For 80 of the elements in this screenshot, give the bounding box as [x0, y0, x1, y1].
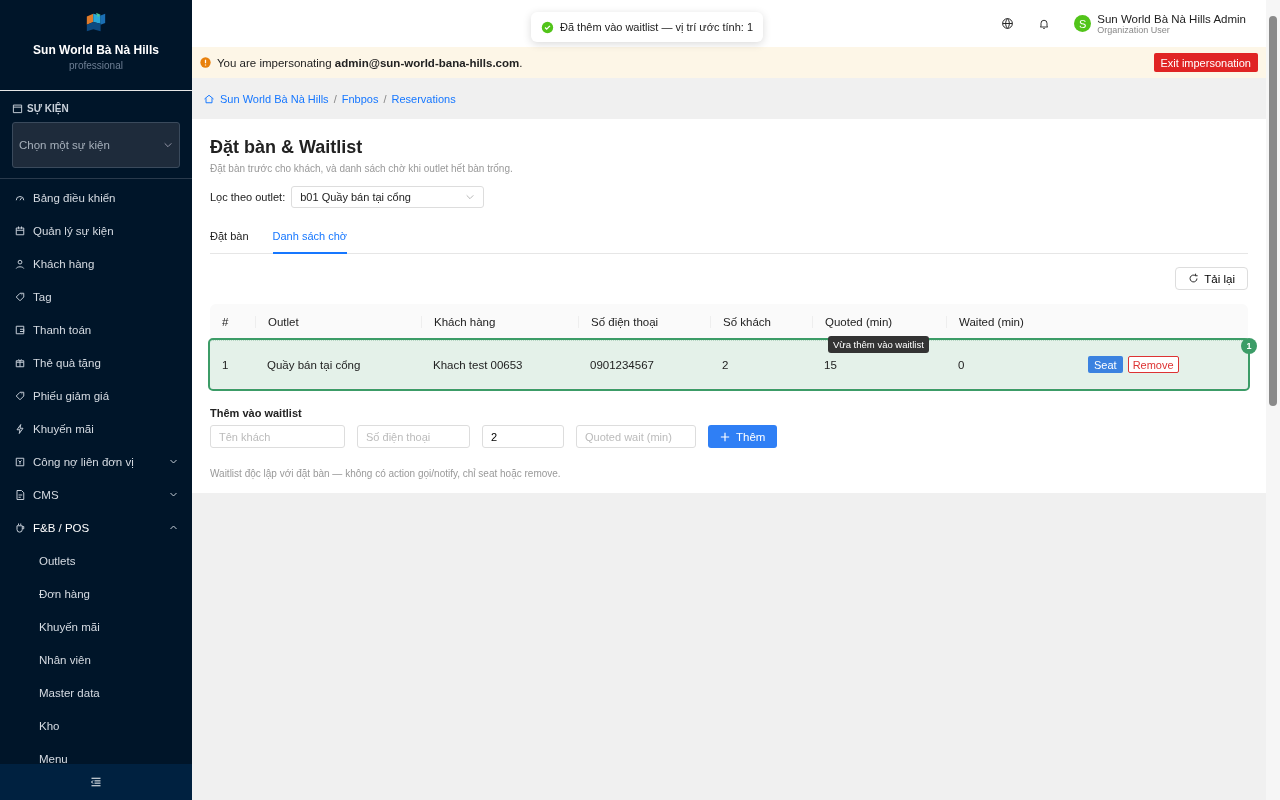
collapse-icon[interactable]	[90, 776, 102, 788]
input-field[interactable]: Tên khách	[210, 425, 345, 448]
breadcrumb-link[interactable]: Reservations	[391, 92, 456, 105]
warning-icon	[200, 57, 211, 68]
plan-label: professional	[69, 60, 123, 71]
sidebar-subitem[interactable]: Menu	[0, 742, 192, 764]
table-cell-text: 15	[823, 358, 838, 371]
input-field[interactable]: 2	[482, 425, 564, 448]
table-cell-text: 0	[957, 358, 966, 371]
impersonation-message: You are impersonating admin@sun-world-bana-hills.com.	[217, 56, 524, 69]
toast-message: Đã thêm vào waitlist — vị trí ước tính: 1	[560, 21, 754, 33]
breadcrumb-link[interactable]: Sun World Bà Nà Hills	[220, 92, 329, 105]
user-name: Sun World Bà Nà Hills Admin	[1097, 12, 1246, 25]
tab[interactable]: Đặt bàn	[210, 226, 249, 254]
column-header: Quoted (min)	[812, 316, 946, 328]
brand-name: Sun World Bà Nà Hills	[33, 43, 159, 57]
column-header: #	[221, 316, 230, 328]
sidebar-subitem[interactable]: Đơn hàng	[0, 577, 192, 610]
page-title: Đặt bàn & Waitlist	[210, 137, 364, 158]
page-subtitle: Đặt bàn trước cho khách, và danh sách chờ khi outlet hết bàn trống.	[210, 163, 514, 174]
input-field[interactable]: Quoted wait (min)	[576, 425, 696, 448]
chevron-down-icon	[169, 490, 178, 499]
table-cell-text: 1	[221, 358, 230, 371]
sidebar-nav-item[interactable]: Phiếu giảm giá	[0, 379, 192, 412]
sidebar-nav-item[interactable]: Công nợ liên đơn vị	[0, 445, 192, 478]
home-icon	[203, 92, 215, 105]
table-cell-text: 0901234567	[589, 358, 655, 371]
breadcrumb-separator: /	[383, 92, 387, 105]
sidebar-subitem[interactable]: Nhân viên	[0, 643, 192, 676]
step-badge: 1	[1241, 338, 1257, 354]
sidebar-nav-item[interactable]: Thanh toán	[0, 313, 192, 346]
column-header: Số điện thoại	[578, 316, 710, 328]
bell-icon[interactable]	[1038, 17, 1051, 30]
danger-action-button[interactable]: Remove	[1127, 356, 1179, 373]
sidebar-subitem[interactable]: Kho	[0, 709, 192, 742]
scrollbar[interactable]	[1266, 0, 1280, 800]
chevron-down-icon	[163, 140, 173, 150]
sidebar-nav-item[interactable]: Khuyến mãi	[0, 412, 192, 445]
sidebar-nav-item[interactable]: Quản lý sự kiện	[0, 214, 192, 247]
table-cell-text: Khach test 00653	[432, 358, 524, 371]
chevron-down-icon	[465, 192, 476, 202]
check-circle-icon	[541, 20, 554, 34]
add-button[interactable]: Thêm	[708, 425, 778, 448]
chevron-up-icon	[169, 523, 178, 532]
table-cell-text: Quầy bán tại cổng	[266, 358, 362, 371]
primary-action-button[interactable]: Seat	[1088, 356, 1123, 373]
sidebar-subitem[interactable]: Outlets	[0, 544, 192, 577]
column-header: Outlet	[255, 316, 421, 328]
section-label: SỰ KIỆN	[27, 103, 69, 114]
sidebar-nav-item[interactable]: Thẻ quà tặng	[0, 346, 192, 379]
filter-label: Lọc theo outlet:	[210, 191, 286, 203]
sidebar-subitem[interactable]: Master data	[0, 676, 192, 709]
tooltip: Vừa thêm vào waitlist	[828, 336, 929, 353]
user-role: Organization User	[1097, 24, 1171, 35]
table-cell-text: 2	[721, 358, 730, 371]
globe-icon[interactable]	[1001, 17, 1015, 30]
sidebar-nav-item[interactable]: CMS	[0, 478, 192, 511]
sidebar-nav-item[interactable]: Khách hàng	[0, 247, 192, 280]
input-field[interactable]: Số điện thoại	[357, 425, 470, 448]
tab[interactable]: Danh sách chờ	[272, 226, 347, 254]
column-header: Khách hàng	[421, 316, 578, 328]
logo-icon	[85, 11, 107, 33]
section-title: Thêm vào waitlist	[210, 407, 303, 419]
sidebar-nav-item[interactable]: Tag	[0, 280, 192, 313]
outlet-select[interactable]: b01 Quầy bán tại cổng	[291, 186, 485, 208]
sidebar-nav-item[interactable]: Bảng điều khiển	[0, 181, 192, 214]
refresh-icon	[1188, 273, 1200, 284]
chevron-down-icon	[169, 457, 178, 466]
plus-icon	[720, 431, 730, 442]
calendar-icon	[12, 103, 23, 114]
footnote: Waitlist độc lập với đặt bàn — không có action gọi/notify, chỉ seat hoặc remove.	[210, 468, 562, 479]
sidebar-subitem[interactable]: Khuyến mãi	[0, 610, 192, 643]
breadcrumb-separator: /	[333, 92, 337, 105]
exit-impersonation-button[interactable]: Exit impersonation	[1153, 53, 1258, 72]
breadcrumb-link[interactable]: Fnbpos	[341, 92, 379, 105]
column-header: Số khách	[710, 316, 812, 328]
column-header: Waited (min)	[946, 316, 1076, 328]
event-select[interactable]: Chọn một sự kiện	[12, 122, 180, 168]
reload-button[interactable]: Tải lại	[1175, 267, 1248, 290]
sidebar-nav-item[interactable]: F&B / POS	[0, 511, 192, 544]
